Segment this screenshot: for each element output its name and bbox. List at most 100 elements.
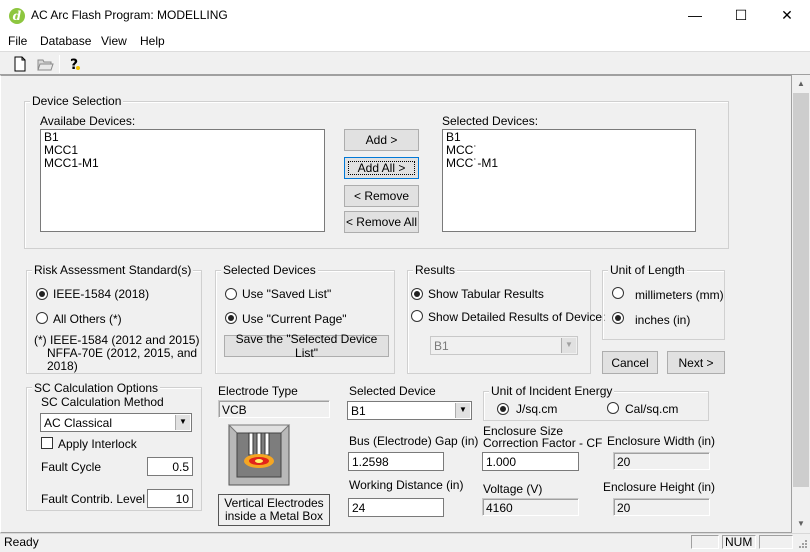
show-detailed-results-label[interactable]: Show Detailed Results of Device: (428, 310, 605, 324)
electrode-box-image (227, 423, 291, 487)
use-current-page-radio[interactable] (225, 312, 237, 324)
status-bar (0, 533, 810, 550)
cal-per-sqcm-label[interactable]: Cal/sq.cm (625, 402, 678, 416)
j-per-sqcm-radio[interactable] (497, 403, 509, 415)
status-num-indicator: NUM (722, 535, 756, 549)
cancel-button[interactable]: Cancel (602, 351, 658, 374)
results-legend: Results (413, 263, 458, 277)
app-icon[interactable]: d (9, 8, 25, 24)
available-devices-list[interactable]: B1 MCC1 MCC1-M1 (40, 129, 325, 232)
window-title: AC Arc Flash Program: MODELLING (31, 8, 228, 22)
list-item[interactable]: B1 (44, 131, 321, 144)
chevron-down-icon[interactable]: ▼ (561, 338, 576, 353)
selected-device-select[interactable]: B1 ▼ (347, 401, 472, 420)
add-button-label: Add > (365, 133, 398, 147)
enclosure-width-label: Enclosure Width (in) (607, 434, 716, 448)
chevron-down-icon[interactable]: ▼ (175, 415, 190, 430)
cancel-button-label: Cancel (611, 355, 649, 370)
toolbar: ? (0, 51, 810, 75)
minimize-button[interactable]: — (672, 0, 718, 31)
bus-gap-input[interactable]: 1.2598 (348, 452, 444, 471)
enclosure-height-value: 20 (613, 498, 710, 516)
resize-grip-icon[interactable] (796, 537, 808, 549)
inches-radio[interactable] (612, 312, 624, 324)
chevron-down-icon[interactable]: ▼ (455, 403, 470, 418)
available-devices-label: Availabe Devices: (40, 114, 136, 128)
enclosure-width-value: 20 (613, 452, 710, 470)
working-distance-label: Working Distance (in) (349, 478, 464, 492)
bus-gap-label: Bus (Electrode) Gap (in) (349, 434, 479, 448)
scroll-down-icon[interactable]: ▼ (792, 515, 810, 533)
menu-file[interactable]: File (8, 34, 27, 48)
detailed-device-value: B1 (434, 339, 449, 353)
show-tabular-results-label[interactable]: Show Tabular Results (428, 287, 544, 301)
selected-device-label: Selected Device (349, 384, 436, 398)
new-file-icon[interactable] (11, 55, 29, 73)
svg-text:?: ? (70, 57, 78, 73)
minimize-icon: — (688, 7, 702, 23)
j-per-sqcm-label[interactable]: J/sq.cm (516, 402, 557, 416)
voltage-label: Voltage (V) (483, 482, 543, 496)
sc-calculation-method-select[interactable]: AC Classical ▼ (40, 413, 192, 432)
save-selected-device-list-button[interactable]: Save the "Selected Device List" (224, 332, 389, 360)
use-saved-list-label[interactable]: Use "Saved List" (242, 287, 331, 301)
enclosure-height-label: Enclosure Height (in) (603, 480, 716, 494)
scrollbar-thumb[interactable] (793, 93, 809, 487)
enclosure-cf-label-line2: Correction Factor - CF (483, 436, 603, 450)
use-current-page-label[interactable]: Use "Current Page" (242, 312, 347, 326)
toolbar-separator (59, 55, 60, 73)
add-all-button[interactable]: Add All > (344, 157, 419, 179)
list-item[interactable]: B1 (446, 131, 692, 144)
use-saved-list-radio[interactable] (225, 288, 237, 300)
selected-device-value: B1 (351, 404, 366, 418)
all-others-radio[interactable] (36, 312, 48, 324)
status-pane-empty (759, 535, 793, 549)
fault-contrib-level-label: Fault Contrib. Level (41, 492, 146, 506)
apply-interlock-label[interactable]: Apply Interlock (58, 437, 137, 451)
sc-calculation-method-value: AC Classical (44, 416, 113, 430)
millimeters-label[interactable]: millimeters (mm) (635, 288, 724, 302)
risk-note-line2: NFFA-70E (2012, 2015, and (47, 346, 198, 360)
add-button[interactable]: Add > (344, 129, 419, 151)
maximize-button[interactable]: ☐ (718, 0, 764, 31)
fault-cycle-label: Fault Cycle (41, 460, 102, 474)
inches-label[interactable]: inches (in) (635, 313, 690, 327)
unit-of-length-group (602, 270, 725, 340)
menu-view[interactable]: View (101, 34, 127, 48)
fault-cycle-input[interactable]: 0.5 (147, 457, 193, 476)
show-detailed-results-radio[interactable] (411, 310, 423, 322)
remove-button[interactable]: < Remove (344, 185, 419, 207)
show-tabular-results-radio[interactable] (411, 288, 423, 300)
risk-note-line1: (*) IEEE-1584 (2012 and 2015) (34, 333, 200, 347)
menu-database[interactable]: Database (40, 34, 91, 48)
all-others-label[interactable]: All Others (*) (53, 312, 122, 326)
close-icon: ✕ (781, 7, 793, 23)
list-item[interactable]: MCC˙-M1 (446, 157, 692, 170)
next-button[interactable]: Next > (667, 351, 725, 374)
open-folder-icon[interactable] (36, 55, 54, 73)
help-icon[interactable]: ? (66, 55, 84, 73)
electrode-description-line2: inside a Metal Box (224, 509, 324, 523)
detailed-device-select[interactable]: B1 ▼ (430, 336, 578, 355)
enclosure-cf-input[interactable]: 1.000 (482, 452, 579, 471)
cal-per-sqcm-radio[interactable] (607, 402, 619, 414)
status-text: Ready (4, 535, 39, 549)
title-bar: d AC Arc Flash Program: MODELLING — ☐ ✕ (0, 0, 810, 31)
ieee-2018-label[interactable]: IEEE-1584 (2018) (53, 287, 149, 301)
millimeters-radio[interactable] (612, 287, 624, 299)
fault-contrib-level-input[interactable]: 10 (147, 489, 193, 508)
apply-interlock-checkbox[interactable] (41, 437, 53, 449)
menu-help[interactable]: Help (140, 34, 165, 48)
selected-devices-list[interactable]: B1 MCC˙ MCC˙-M1 (442, 129, 696, 232)
sc-calculation-options-legend: SC Calculation Options (32, 381, 161, 395)
close-button[interactable]: ✕ (764, 0, 810, 31)
scroll-up-icon[interactable]: ▲ (792, 75, 810, 93)
working-distance-input[interactable]: 24 (348, 498, 444, 517)
incident-energy-unit-legend: Unit of Incident Energy (489, 384, 615, 398)
remove-button-label: < Remove (353, 189, 410, 203)
selected-devices-legend: Selected Devices (221, 263, 318, 277)
list-item[interactable]: MCC1-M1 (44, 157, 321, 170)
electrode-type-value: VCB (218, 400, 330, 418)
remove-all-button[interactable]: < Remove All (344, 211, 419, 233)
ieee-2018-radio[interactable] (36, 288, 48, 300)
